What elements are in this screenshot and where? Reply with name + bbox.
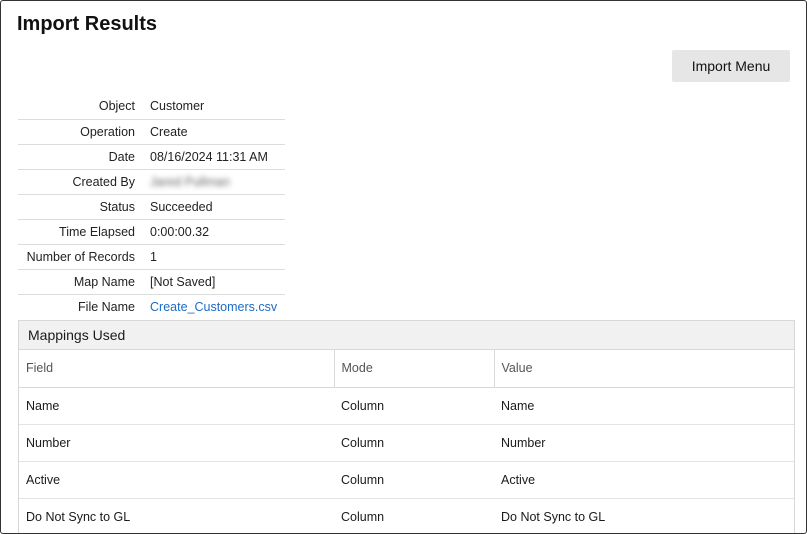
- value-cell: Do Not Sync to GL: [494, 498, 794, 533]
- column-header-field[interactable]: Field: [19, 350, 334, 388]
- field-cell: Number: [19, 424, 334, 462]
- detail-label: File Name: [78, 299, 135, 314]
- detail-label: Date: [108, 149, 135, 164]
- import-menu-button[interactable]: Import Menu: [672, 50, 790, 82]
- value-cell: Number: [494, 424, 794, 462]
- detail-row-date: Date 08/16/2024 11:31 AM: [18, 144, 285, 169]
- file-name-link[interactable]: Create_Customers.csv: [150, 300, 277, 314]
- detail-label: Operation: [80, 124, 135, 139]
- table-row: Do Not Sync to GL Column Do Not Sync to …: [19, 498, 794, 533]
- mode-cell: Column: [334, 424, 494, 462]
- value-cell: Active: [494, 461, 794, 499]
- detail-row-number-of-records: Number of Records 1: [18, 244, 285, 269]
- column-header-mode[interactable]: Mode: [333, 350, 494, 388]
- detail-value: Customer: [150, 99, 205, 114]
- mappings-used-panel: Mappings Used Field Mode Value Name Colu…: [18, 320, 795, 533]
- detail-row-operation: Operation Create: [18, 119, 285, 144]
- value-cell: Name: [494, 387, 794, 425]
- detail-label: Status: [99, 199, 135, 214]
- field-cell: Do Not Sync to GL: [19, 498, 334, 533]
- page-title: Import Results: [17, 13, 158, 35]
- field-cell: Name: [19, 387, 334, 425]
- detail-row-time-elapsed: Time Elapsed 0:00:00.32: [18, 219, 285, 244]
- detail-value: Create_Customers.csv: [142, 294, 285, 319]
- field-cell: Active: [19, 461, 334, 499]
- detail-row-file-name: File Name Create_Customers.csv: [18, 294, 285, 319]
- table-row: Active Column Active: [19, 461, 794, 499]
- mappings-header-row: Field Mode Value: [19, 350, 794, 388]
- detail-label: Number of Records: [26, 249, 135, 264]
- detail-label: Map Name: [73, 274, 135, 289]
- detail-row-object: Object Customer: [18, 94, 285, 119]
- import-details-table: Object Customer Operation Create Date 08…: [18, 94, 285, 319]
- detail-value: Jared Pullman: [142, 169, 285, 194]
- detail-row-created-by: Created By Jared Pullman: [18, 169, 285, 194]
- import-results-window: Import Results Import Menu Object Custom…: [0, 0, 807, 534]
- detail-row-status: Status Succeeded: [18, 194, 285, 219]
- detail-value: Create: [150, 124, 188, 139]
- mode-cell: Column: [334, 387, 494, 425]
- mappings-used-title: Mappings Used: [19, 321, 794, 350]
- column-header-value[interactable]: Value: [493, 350, 794, 388]
- detail-value: 08/16/2024 11:31 AM: [150, 149, 268, 164]
- detail-value: Succeeded: [150, 199, 213, 214]
- detail-value: [Not Saved]: [150, 274, 216, 289]
- detail-value: 0:00:00.32: [150, 224, 210, 239]
- detail-label: Created By: [72, 174, 135, 189]
- table-row: Name Column Name: [19, 387, 794, 425]
- mappings-table: Field Mode Value Name Column Name Number…: [19, 350, 794, 533]
- table-row: Number Column Number: [19, 424, 794, 462]
- mode-cell: Column: [334, 461, 494, 499]
- mode-cell: Column: [334, 498, 494, 533]
- detail-label: Time Elapsed: [59, 224, 135, 239]
- detail-value: 1: [150, 249, 157, 264]
- created-by-name: Jared Pullman: [150, 174, 230, 189]
- detail-label: Object: [98, 99, 135, 114]
- detail-row-map-name: Map Name [Not Saved]: [18, 269, 285, 294]
